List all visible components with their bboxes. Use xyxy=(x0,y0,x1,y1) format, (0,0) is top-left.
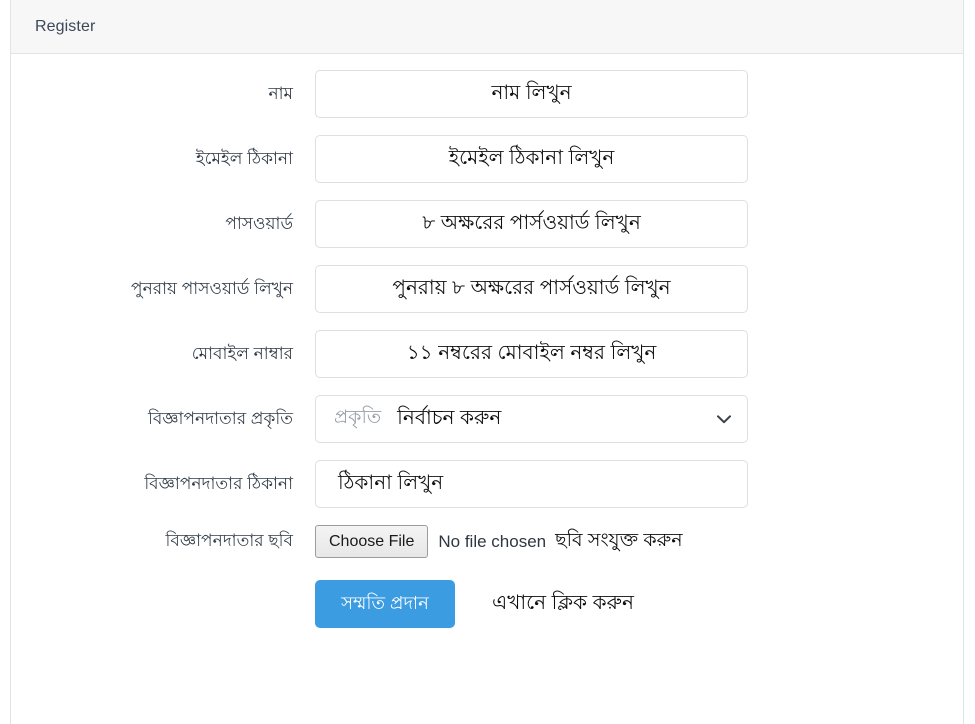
nature-select-prefix: প্রকৃতি xyxy=(334,407,382,428)
name-input[interactable]: নাম লিখুন xyxy=(315,70,748,118)
form-row-email: ইমেইল ঠিকানা ইমেইল ঠিকানা লিখুন xyxy=(11,135,963,183)
photo-hint-text: ছবি সংযুক্ত করুন xyxy=(555,529,683,551)
submit-button[interactable]: সম্মতি প্রদান xyxy=(315,580,455,629)
chevron-down-icon xyxy=(717,412,731,426)
label-email: ইমেইল ঠিকানা xyxy=(195,148,293,168)
label-name: নাম xyxy=(268,83,293,103)
label-photo: বিজ্ঞাপনদাতার ছবি xyxy=(165,531,293,551)
mobile-input[interactable]: ১১ নম্বরের মোবাইল নম্বর লিখুন xyxy=(315,330,748,378)
label-password: পাসওয়ার্ড xyxy=(225,213,293,233)
submit-row: সম্মতি প্রদান এখানে ক্লিক করুন xyxy=(315,580,963,629)
form-row-mobile: মোবাইল নাম্বার ১১ নম্বরের মোবাইল নম্বর ল… xyxy=(11,330,963,378)
file-status-text: No file chosen xyxy=(438,531,547,551)
label-nature: বিজ্ঞাপনদাতার প্রকৃতি xyxy=(147,408,293,428)
register-card: Register নাম নাম লিখুন ইমেইল ঠিকানা ইমেই… xyxy=(10,0,964,724)
nature-select[interactable]: প্রকৃতি নির্বাচন করুন xyxy=(315,395,748,443)
submit-hint-text: এখানে ক্লিক করুন xyxy=(492,591,634,614)
form-row-photo: বিজ্ঞাপনদাতার ছবি Choose File No file ch… xyxy=(11,525,963,559)
field-wrap-nature: প্রকৃতি নির্বাচন করুন xyxy=(315,395,748,443)
form-row-confirm-password: পুনরায় পাসওয়ার্ড লিখুন পুনরায় ৮ অক্ষর… xyxy=(11,265,963,313)
address-input[interactable]: ঠিকানা লিখুন xyxy=(315,460,748,508)
card-header: Register xyxy=(11,0,963,54)
field-wrap-password: ৮ অক্ষরের পার্সওয়ার্ড লিখুন xyxy=(315,200,748,248)
register-page: Register নাম নাম লিখুন ইমেইল ঠিকানা ইমেই… xyxy=(0,0,975,724)
field-wrap-email: ইমেইল ঠিকানা লিখুন xyxy=(315,135,748,183)
email-input[interactable]: ইমেইল ঠিকানা লিখুন xyxy=(315,135,748,183)
form-row-address: বিজ্ঞাপনদাতার ঠিকানা ঠিকানা লিখুন xyxy=(11,460,963,508)
nature-select-value: নির্বাচন করুন xyxy=(397,406,502,429)
photo-file-input[interactable]: Choose File No file chosen ছবি সংযুক্ত ক… xyxy=(315,525,683,559)
confirm-password-input[interactable]: পুনরায় ৮ অক্ষরের পার্সওয়ার্ড লিখুন xyxy=(315,265,748,313)
field-wrap-confirm-password: পুনরায় ৮ অক্ষরের পার্সওয়ার্ড লিখুন xyxy=(315,265,748,313)
password-input[interactable]: ৮ অক্ষরের পার্সওয়ার্ড লিখুন xyxy=(315,200,748,248)
label-address: বিজ্ঞাপনদাতার ঠিকানা xyxy=(144,473,293,493)
page-title: Register xyxy=(35,17,96,35)
label-confirm-password: পুনরায় পাসওয়ার্ড লিখুন xyxy=(131,278,293,298)
field-wrap-name: নাম লিখুন xyxy=(315,70,748,118)
field-wrap-mobile: ১১ নম্বরের মোবাইল নম্বর লিখুন xyxy=(315,330,748,378)
field-wrap-address: ঠিকানা লিখুন xyxy=(315,460,748,508)
form-row-nature: বিজ্ঞাপনদাতার প্রকৃতি প্রকৃতি নির্বাচন ক… xyxy=(11,395,963,443)
label-mobile: মোবাইল নাম্বার xyxy=(191,343,293,363)
choose-file-button[interactable]: Choose File xyxy=(315,525,429,559)
form-row-name: নাম নাম লিখুন xyxy=(11,70,963,118)
register-form: নাম নাম লিখুন ইমেইল ঠিকানা ইমেইল ঠিকানা … xyxy=(11,54,963,629)
form-row-password: পাসওয়ার্ড ৮ অক্ষরের পার্সওয়ার্ড লিখুন xyxy=(11,200,963,248)
